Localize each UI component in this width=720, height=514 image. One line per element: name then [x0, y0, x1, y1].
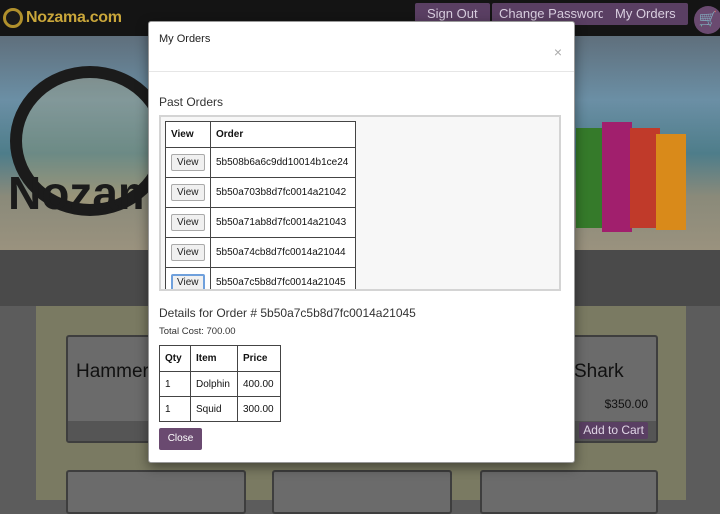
past-orders-heading: Past Orders	[159, 95, 224, 109]
item-price: 300.00	[237, 396, 281, 422]
add-to-cart-button[interactable]: Add to Cart	[579, 422, 648, 439]
table-row: View 5b50a74cb8d7fc0014a21044	[165, 237, 356, 268]
orders-table: View Order View 5b508b6a6c9dd10014b1ce24…	[165, 121, 356, 289]
my-orders-button[interactable]: My Orders	[603, 3, 688, 25]
view-order-button[interactable]: View	[171, 214, 205, 231]
column-header-order: Order	[210, 121, 356, 148]
table-row: View 5b50a7c5b8d7fc0014a21045	[165, 267, 356, 289]
shopping-bag-icon	[656, 134, 686, 230]
cart-icon[interactable]: 🛒	[694, 6, 720, 34]
order-id: 5b50a703b8d7fc0014a21042	[210, 177, 356, 208]
column-header-view: View	[165, 121, 211, 148]
close-button[interactable]: Close	[159, 428, 202, 450]
order-items-table: Qty Item Price 1 Dolphin 400.00 1 Squid …	[159, 345, 281, 422]
product-title: Hammer	[76, 361, 149, 382]
order-id: 5b50a74cb8d7fc0014a21044	[210, 237, 356, 268]
brand-name: Nozama.com	[26, 9, 122, 26]
view-order-button[interactable]: View	[171, 184, 205, 201]
item-name: Squid	[190, 396, 238, 422]
column-header-price: Price	[237, 345, 281, 372]
order-id: 5b50a7c5b8d7fc0014a21045	[210, 267, 356, 289]
product-card[interactable]	[66, 470, 246, 514]
item-name: Dolphin	[190, 371, 238, 397]
order-details-heading: Details for Order # 5b50a7c5b8d7fc0014a2…	[159, 306, 416, 320]
table-row: View 5b508b6a6c9dd10014b1ce24	[165, 147, 356, 178]
brand[interactable]: Nozama.com	[3, 5, 122, 31]
product-price: $350.00	[604, 397, 648, 411]
column-header-qty: Qty	[159, 345, 191, 372]
table-row: 1 Dolphin 400.00	[159, 371, 281, 397]
modal-title: My Orders	[159, 33, 211, 45]
product-card[interactable]	[272, 470, 452, 514]
item-price: 400.00	[237, 371, 281, 397]
view-order-button[interactable]: View	[171, 154, 205, 171]
close-icon[interactable]: ×	[554, 44, 562, 60]
my-orders-modal: My Orders × Past Orders View Order View …	[148, 21, 575, 463]
view-order-button[interactable]: View	[171, 274, 205, 289]
order-id: 5b508b6a6c9dd10014b1ce24	[210, 147, 356, 178]
order-id: 5b50a71ab8d7fc0014a21043	[210, 207, 356, 238]
product-title: Shark	[574, 361, 624, 382]
column-header-item: Item	[190, 345, 238, 372]
product-card[interactable]	[480, 470, 658, 514]
view-order-button[interactable]: View	[171, 244, 205, 261]
modal-header: My Orders ×	[149, 22, 574, 72]
item-qty: 1	[159, 396, 191, 422]
table-row: View 5b50a71ab8d7fc0014a21043	[165, 207, 356, 238]
shopping-bag-icon	[602, 122, 632, 232]
total-cost: Total Cost: 700.00	[159, 326, 236, 337]
table-row: 1 Squid 300.00	[159, 396, 281, 422]
item-qty: 1	[159, 371, 191, 397]
table-row: View 5b50a703b8d7fc0014a21042	[165, 177, 356, 208]
orders-scroll-frame[interactable]: View Order View 5b508b6a6c9dd10014b1ce24…	[159, 115, 561, 291]
brand-logo-icon	[3, 8, 23, 28]
